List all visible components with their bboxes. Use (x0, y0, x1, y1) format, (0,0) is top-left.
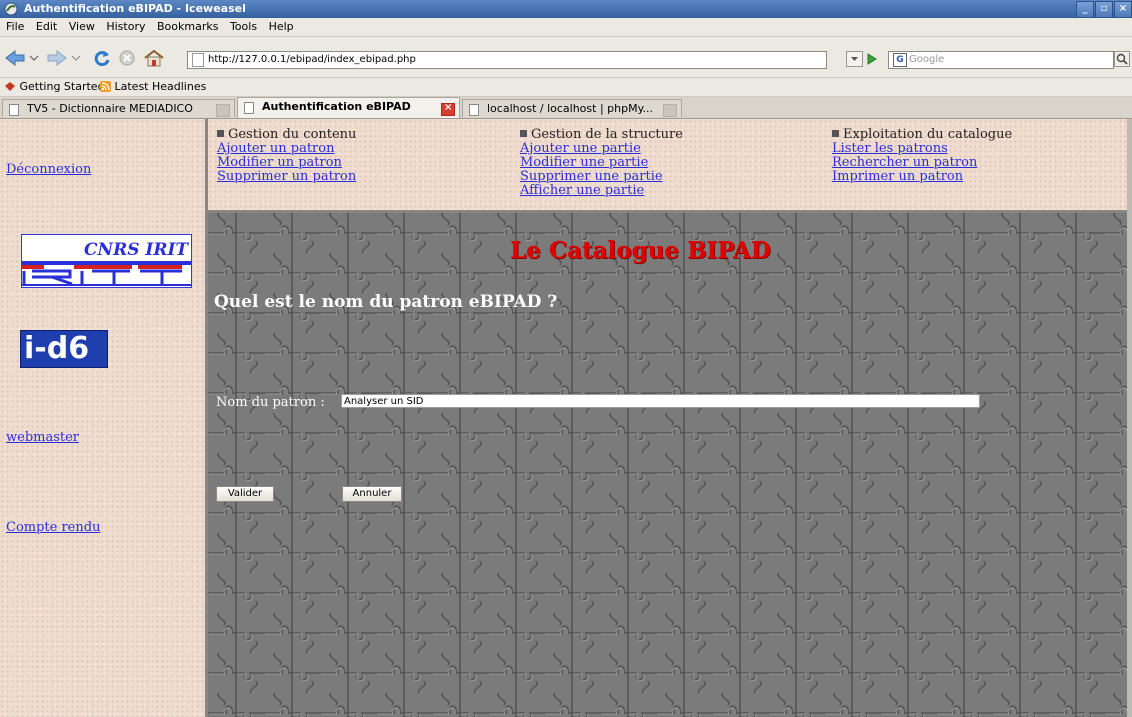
tab-bar: TV5 - Dictionnaire MEDIADICO Authentific… (0, 97, 1132, 119)
close-window-button[interactable]: × (1114, 1, 1132, 18)
valider-button[interactable]: Valider (216, 486, 274, 502)
modifier-patron-link[interactable]: Modifier un patron (217, 156, 356, 170)
menu-bookmarks[interactable]: Bookmarks (157, 20, 218, 33)
home-icon[interactable] (142, 49, 166, 67)
imprimer-patron-link[interactable]: Imprimer un patron (832, 170, 1012, 184)
tab-label: localhost / localhost | phpMy... (487, 102, 654, 115)
modifier-partie-link[interactable]: Modifier une partie (520, 156, 683, 170)
nav-gestion-contenu: Gestion du contenu Ajouter un patron Mod… (217, 128, 356, 184)
question-heading: Quel est le nom du patron eBIPAD ? (214, 292, 558, 312)
nav-heading: Gestion du contenu (217, 128, 356, 142)
supprimer-patron-link[interactable]: Supprimer un patron (217, 170, 356, 184)
firefox-bookmark-icon (5, 82, 15, 91)
url-bar[interactable]: http://127.0.0.1/ebipad/index_ebipad.php (187, 51, 827, 69)
tab-phpmyadmin[interactable]: localhost / localhost | phpMy... (462, 99, 682, 117)
menu-file[interactable]: File (6, 20, 24, 33)
bookmark-getting-started[interactable]: Getting Started (4, 78, 105, 96)
rechercher-patron-link[interactable]: Rechercher un patron (832, 156, 1012, 170)
search-placeholder: Google (909, 54, 945, 65)
url-dropdown-and-go[interactable] (846, 51, 882, 67)
bookmark-latest-headlines[interactable]: Latest Headlines (100, 78, 206, 96)
cnrs-mark: CNRS IRIT (84, 240, 189, 260)
tab-label: Authentification eBIPAD (262, 100, 411, 113)
afficher-partie-link[interactable]: Afficher une partie (520, 184, 683, 198)
vertical-scrollbar[interactable] (1127, 119, 1132, 717)
search-icon[interactable] (1114, 51, 1130, 67)
deconnexion-link[interactable]: Déconnexion (6, 162, 91, 177)
bookmark-label-getting-started: Getting Started (19, 80, 105, 93)
menu-edit[interactable]: Edit (36, 20, 57, 33)
iceweasel-app-icon (4, 2, 18, 16)
compte-rendu-link[interactable]: Compte rendu (6, 520, 100, 535)
page-icon (244, 102, 254, 114)
page-title: Le Catalogue BIPAD (510, 237, 771, 264)
close-tab-icon[interactable] (441, 99, 455, 117)
tab-authentification-ebipad[interactable]: Authentification eBIPAD (237, 97, 460, 118)
id6-logo[interactable]: i-d6 (20, 330, 108, 368)
close-tab-icon[interactable] (663, 104, 677, 117)
puzzle-background (208, 213, 1132, 717)
maximize-button[interactable]: ▫ (1095, 1, 1113, 18)
search-engine-icon[interactable]: G (893, 53, 907, 67)
main-frame: Le Catalogue BIPAD Quel est le nom du pa… (208, 213, 1132, 717)
webmaster-link[interactable]: webmaster (6, 430, 79, 445)
page-icon (9, 104, 19, 116)
top-nav-frame: Gestion du contenu Ajouter un patron Mod… (208, 119, 1132, 210)
cnrs-irit-logo-graphic: CNRS IRIT (22, 240, 191, 286)
tab-tv5-dictionnaire[interactable]: TV5 - Dictionnaire MEDIADICO (2, 99, 235, 117)
lister-patrons-link[interactable]: Lister les patrons (832, 142, 1012, 156)
rss-feed-icon (100, 81, 111, 92)
menu-help[interactable]: Help (269, 20, 294, 33)
bookmarks-toolbar: Getting Started Latest Headlines (0, 78, 1132, 97)
nom-patron-label: Nom du patron : (216, 395, 325, 410)
ajouter-patron-link[interactable]: Ajouter un patron (217, 142, 356, 156)
page-icon (469, 104, 479, 116)
minimize-button[interactable]: _ (1076, 1, 1094, 18)
page-content: Déconnexion CNRS IRIT i-d6 webmaster Com… (0, 119, 1132, 717)
reload-icon[interactable] (92, 49, 112, 67)
back-button[interactable] (4, 49, 40, 67)
stop-icon[interactable] (117, 49, 137, 67)
window-title: Authentification eBIPAD - Iceweasel (24, 2, 246, 15)
annuler-button[interactable]: Annuler (342, 486, 402, 502)
nav-exploitation-catalogue: Exploitation du catalogue Lister les pat… (832, 128, 1012, 184)
left-frame: Déconnexion CNRS IRIT i-d6 webmaster Com… (0, 119, 205, 717)
nav-heading: Gestion de la structure (520, 128, 683, 142)
bullet-icon (217, 130, 224, 137)
nav-gestion-structure: Gestion de la structure Ajouter une part… (520, 128, 683, 198)
menu-tools[interactable]: Tools (230, 20, 257, 33)
window-title-bar: Authentification eBIPAD - Iceweasel _ ▫ × (0, 0, 1132, 18)
menu-bar: File Edit View History Bookmarks Tools H… (0, 18, 1132, 37)
page-icon (192, 53, 204, 67)
tab-label: TV5 - Dictionnaire MEDIADICO (27, 102, 193, 115)
ajouter-partie-link[interactable]: Ajouter une partie (520, 142, 683, 156)
navigation-toolbar: http://127.0.0.1/ebipad/index_ebipad.php… (0, 37, 1132, 78)
url-text: http://127.0.0.1/ebipad/index_ebipad.php (208, 54, 416, 65)
bullet-icon (520, 130, 527, 137)
nom-patron-input[interactable] (341, 394, 980, 408)
cnrs-irit-logo[interactable]: CNRS IRIT (21, 234, 192, 288)
bullet-icon (832, 130, 839, 137)
bookmark-label-latest-headlines: Latest Headlines (114, 80, 207, 93)
menu-view[interactable]: View (69, 20, 95, 33)
supprimer-partie-link[interactable]: Supprimer une partie (520, 170, 683, 184)
nav-heading: Exploitation du catalogue (832, 128, 1012, 142)
forward-button[interactable] (46, 49, 82, 67)
window-controls: _ ▫ × (1075, 1, 1132, 18)
search-box[interactable]: G Google (888, 51, 1114, 69)
close-tab-icon[interactable] (216, 104, 230, 117)
menu-history[interactable]: History (106, 20, 145, 33)
